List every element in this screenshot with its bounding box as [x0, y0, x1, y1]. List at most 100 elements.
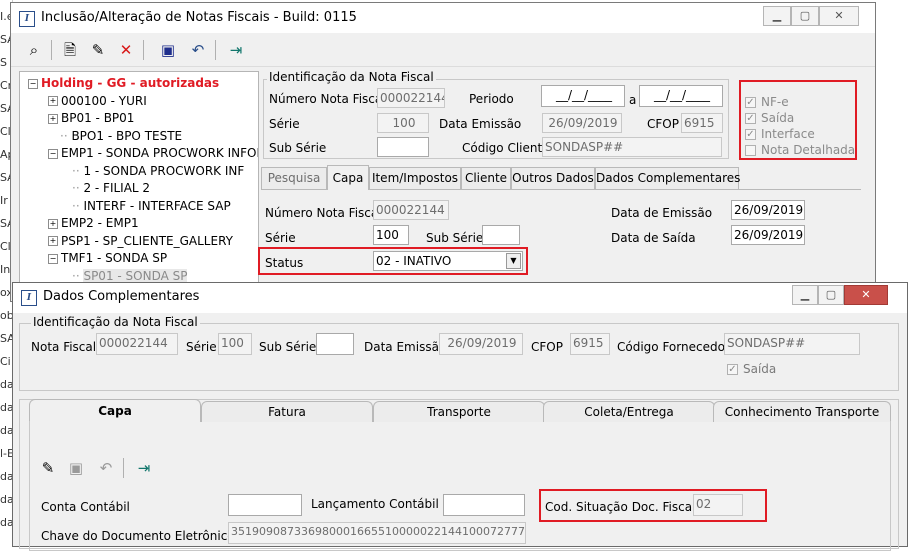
edge-text: S — [0, 56, 7, 69]
edge-text: Ci — [0, 355, 11, 368]
expand-icon[interactable]: + — [48, 113, 58, 124]
data-emissao-label: Data Emissão — [439, 117, 522, 131]
tree-node-label: 1 - SONDA PROCWORK INF — [83, 163, 245, 178]
tree-connector: ·· — [72, 268, 84, 283]
cfop-field[interactable]: 6915 — [681, 113, 723, 133]
serie-label: Série — [269, 117, 300, 131]
capa-subserie-field[interactable] — [482, 225, 520, 245]
exit-icon[interactable]: ⇥ — [133, 457, 155, 479]
numero-nf-field[interactable]: 000022144 — [377, 88, 445, 108]
undo-icon[interactable]: ↶ — [95, 457, 117, 479]
tab-2[interactable]: Item/Impostos — [369, 167, 461, 189]
cfop2-field[interactable]: 6915 — [570, 333, 610, 355]
close-button[interactable]: ✕ — [844, 285, 888, 305]
tree-node-label: TMF1 - SONDA SP — [61, 251, 168, 265]
periodo-from-field[interactable]: __/__/____ — [541, 85, 625, 107]
tab2-1[interactable]: Fatura — [201, 401, 373, 422]
app-icon: I — [19, 11, 35, 27]
capa-subserie-label: Sub Série — [426, 231, 484, 245]
maximize-button[interactable]: ▢ — [818, 285, 844, 305]
lancamento-label: Lançamento Contábil — [311, 497, 439, 511]
delete-icon[interactable]: ✕ — [115, 39, 137, 61]
tree-connector: ·· — [60, 128, 72, 143]
edit-icon[interactable]: ✎ — [87, 39, 109, 61]
window-inclusao-notas: I Inclusão/Alteração de Notas Fiscais - … — [10, 2, 876, 303]
tree-node[interactable]: − Holding - GG - autorizadas — [28, 76, 219, 90]
window-titlebar[interactable]: I Inclusão/Alteração de Notas Fiscais - … — [11, 3, 875, 33]
tree-node-label: PSP1 - SP_CLIENTE_GALLERY — [61, 233, 233, 248]
periodo-label: Periodo — [469, 92, 514, 106]
expand-icon[interactable]: + — [48, 236, 58, 246]
collapse-icon[interactable]: − — [28, 78, 38, 89]
toolbar: ⌕ 🗎 ✎ ✕ ▣ ↶ ⇥ — [11, 34, 875, 67]
tree-node[interactable]: ·· INTERF - INTERFACE SAP — [72, 199, 231, 213]
serie2-field[interactable]: 100 — [218, 333, 252, 355]
toolbar-separator — [51, 40, 52, 60]
tree-node[interactable]: ·· 1 - SONDA PROCWORK INF — [72, 164, 244, 178]
highlight-cod-situacao — [539, 489, 767, 522]
tab2-2[interactable]: Transporte — [373, 401, 545, 422]
tab2-0[interactable]: Capa — [29, 399, 201, 422]
edit-icon[interactable]: ✎ — [37, 457, 59, 479]
new-document-icon[interactable]: 🗎 — [59, 39, 81, 61]
serie-field[interactable]: 100 — [377, 113, 429, 133]
tab-3[interactable]: Cliente — [461, 167, 511, 189]
conta-contabil-field[interactable] — [228, 494, 302, 516]
tab-4[interactable]: Outros Dados — [511, 167, 595, 189]
tab-5[interactable]: Dados Complementares — [595, 167, 740, 189]
tree-node[interactable]: +000100 - YURI — [48, 94, 147, 108]
collapse-icon[interactable]: − — [48, 148, 58, 159]
collapse-icon[interactable]: − — [48, 253, 58, 264]
window2-titlebar[interactable]: I Dados Complementares ▁ ▢ ✕ — [13, 283, 907, 313]
undo-icon[interactable]: ↶ — [187, 39, 209, 61]
capa-saida-field[interactable]: 26/09/2019 — [731, 225, 805, 245]
sub-serie-field[interactable] — [377, 137, 429, 157]
lancamento-field[interactable] — [443, 494, 525, 516]
chave-label: Chave do Documento Eletrônico — [41, 529, 235, 543]
minimize-button[interactable]: ▁ — [792, 285, 818, 305]
tree-node[interactable]: − TMF1 - SONDA SP — [48, 251, 167, 265]
nf-field[interactable]: 000022144 — [96, 333, 178, 355]
minimize-button[interactable]: ▁ — [763, 6, 791, 26]
save-icon[interactable]: ▣ — [65, 457, 87, 479]
company-tree[interactable]: − Holding - GG - autorizadas +000100 - YUR… — [19, 71, 259, 303]
emissao2-label: Data Emissão — [364, 340, 447, 354]
save-icon[interactable]: ▣ — [157, 39, 179, 61]
capa-serie-field[interactable]: 100 — [373, 225, 409, 245]
close-button[interactable]: ✕ — [819, 6, 859, 26]
cfop-label: CFOP — [647, 117, 679, 131]
tree-node-label: EMP1 - SONDA PROCWORK INFOR — [61, 146, 259, 160]
subserie2-field[interactable] — [316, 333, 354, 355]
emissao2-field[interactable]: 26/09/2019 — [439, 333, 523, 355]
chave-field[interactable]: 3519090873369800016655100000221441000727… — [228, 522, 526, 544]
codigo-cliente-label: Código Cliente — [462, 141, 550, 155]
expand-icon[interactable]: + — [48, 96, 58, 106]
expand-icon[interactable]: + — [48, 218, 58, 229]
tab2-4[interactable]: Conhecimento Transporte — [713, 401, 891, 422]
capa-emissao-field[interactable]: 26/09/2019 — [731, 200, 805, 220]
tree-node[interactable]: − EMP1 - SONDA PROCWORK INFOR — [48, 146, 259, 160]
tree-node[interactable]: ·· 2 - FILIAL 2 — [72, 181, 150, 195]
tree-node[interactable]: ·· SP01 - SONDA SP — [72, 268, 188, 283]
capa-emissao-label: Data de Emissão — [611, 206, 713, 220]
saida2-checkbox[interactable]: ✓ — [727, 364, 738, 375]
capa-saida-label: Data de Saída — [611, 231, 696, 245]
tree-node-label: INTERF - INTERFACE SAP — [83, 198, 231, 213]
tree-node[interactable]: + PSP1 - SP_CLIENTE_GALLERY — [48, 234, 233, 248]
binoculars-icon[interactable]: ⌕ — [23, 39, 45, 61]
maximize-button[interactable]: ▢ — [791, 6, 819, 26]
tree-node[interactable]: ·· BPO1 - BPO TESTE — [60, 129, 182, 143]
tree-node[interactable]: + EMP2 - EMP1 — [48, 216, 139, 230]
window-title: Inclusão/Alteração de Notas Fiscais - Bu… — [41, 10, 357, 25]
tree-connector: ·· — [72, 198, 84, 213]
exit-icon[interactable]: ⇥ — [225, 39, 247, 61]
fornecedor-field[interactable]: SONDASP## — [724, 333, 860, 355]
tab2-3[interactable]: Coleta/Entrega — [543, 401, 715, 422]
capa-numero-field[interactable]: 000022144 — [373, 200, 449, 220]
tab-1[interactable]: Capa — [327, 165, 369, 190]
codigo-cliente-field[interactable]: SONDASP## — [542, 137, 722, 157]
periodo-to-field[interactable]: __/__/____ — [639, 85, 723, 107]
data-emissao-field[interactable]: 26/09/2019 — [542, 113, 622, 133]
tree-node[interactable]: + BP01 - BP01 — [48, 111, 134, 125]
tab-0[interactable]: Pesquisa — [261, 167, 327, 189]
